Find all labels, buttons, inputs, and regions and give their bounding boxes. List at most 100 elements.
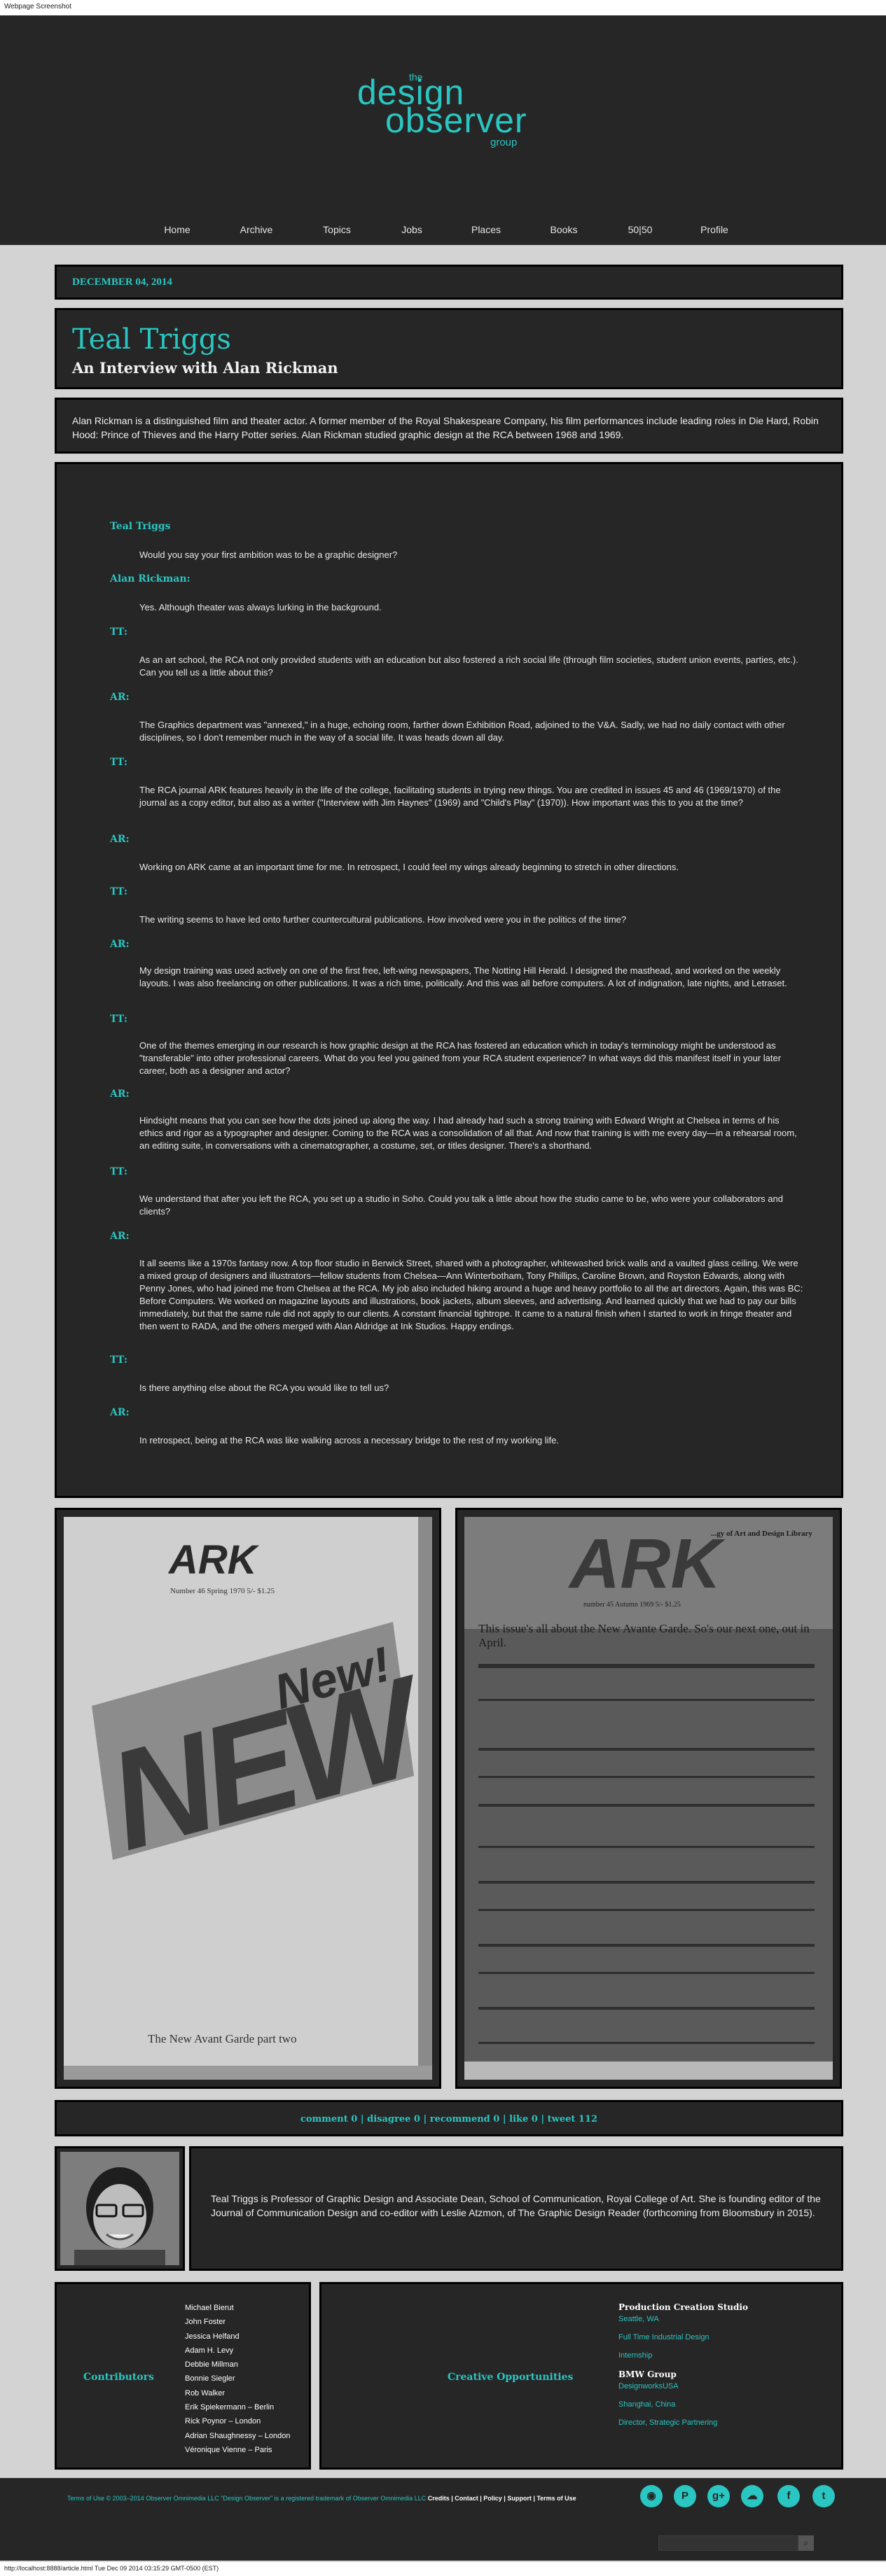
opportunities-list: Production Creation Studio Seattle, WA F… — [618, 2302, 748, 2437]
ark-cover-46[interactable]: ARK Number 46 Spring 1970 5/- $1.25 NEW … — [64, 1517, 432, 2080]
speaker-label: TT: — [110, 1014, 128, 1025]
tweet-link[interactable]: tweet 112 — [548, 2114, 597, 2124]
speaker-label: AR: — [110, 834, 130, 845]
speaker-label: TT: — [110, 757, 128, 768]
speaker-label: TT: — [110, 1354, 128, 1366]
opportunities-label: Creative Opportunities — [448, 2372, 574, 2383]
interview-text: Would you say your first ambition was to… — [139, 550, 398, 560]
main-nav: Home Archive Topics Jobs Places Books 50… — [0, 224, 886, 239]
contributors-panel: Contributors Michael Bierut John Foster … — [55, 2282, 311, 2470]
contributor-link[interactable]: Adam H. Levy — [185, 2344, 290, 2358]
contributor-link[interactable]: Michael Bierut — [185, 2301, 290, 2315]
interview-text: The Graphics department was "annexed," i… — [139, 720, 785, 743]
facebook-icon[interactable]: f — [777, 2485, 800, 2507]
article-date: DECEMBER 04, 2014 — [55, 265, 843, 300]
footer-text: Terms of Use © 2003–2014 Observer Omnime… — [67, 2495, 576, 2502]
contributor-link[interactable]: Rob Walker — [185, 2386, 290, 2400]
cover-footer-text: The New Avant Garde part two — [148, 2032, 297, 2045]
opportunity-company[interactable]: Production Creation Studio — [618, 2302, 748, 2312]
opportunity-company[interactable]: BMW Group — [618, 2370, 748, 2379]
contributor-link[interactable]: Rick Poynor – London — [185, 2414, 290, 2428]
contributors-label: Contributors — [83, 2372, 154, 2383]
speaker-label: Alan Rickman: — [110, 573, 191, 584]
opportunity-link[interactable]: Full Time Industrial Design — [618, 2333, 748, 2342]
interview-body: Teal Triggs Would you say your first amb… — [55, 462, 843, 1498]
contributor-link[interactable]: Jessica Helfand — [185, 2330, 290, 2344]
cover-banner: This issue's all about the New Avante Ga… — [478, 1622, 810, 1649]
speaker-label: AR: — [110, 1407, 130, 1418]
logo-group: group — [490, 136, 518, 148]
ark-masthead: ARK — [169, 1537, 257, 1583]
google-plus-icon[interactable]: g+ — [707, 2485, 730, 2507]
nav-profile[interactable]: Profile — [700, 224, 728, 235]
contributor-link[interactable]: Adrian Shaughnessy – London — [185, 2429, 290, 2443]
ark-cover-45-frame: ARK ...gy of Art and Design Library numb… — [455, 1508, 842, 2089]
avatar — [60, 2152, 179, 2265]
nav-topics[interactable]: Topics — [323, 224, 351, 235]
opportunity-link[interactable]: Internship — [618, 2351, 748, 2360]
cover-tag: ...gy of Art and Design Library — [711, 1530, 812, 1538]
speaker-label: TT: — [110, 1166, 128, 1177]
search-input[interactable] — [658, 2535, 798, 2551]
speaker-label: AR: — [110, 1088, 130, 1100]
rss-icon[interactable]: ◉ — [640, 2485, 663, 2507]
recommend-link[interactable]: recommend 0 — [430, 2114, 500, 2124]
page-title-bar: Webpage Screenshot — [0, 0, 886, 15]
site-footer: Terms of Use © 2003–2014 Observer Omnime… — [0, 2478, 886, 2561]
interview-text: Hindsight means that you can see how the… — [139, 1115, 797, 1151]
contributor-link[interactable]: Véronique Vienne – Paris — [185, 2443, 290, 2457]
ark-cover-45[interactable]: ARK ...gy of Art and Design Library numb… — [464, 1517, 833, 2080]
creative-opportunities-panel: Creative Opportunities Production Creati… — [319, 2282, 843, 2470]
logo-observer: observer — [385, 101, 527, 140]
comment-link[interactable]: comment 0 — [300, 2114, 357, 2124]
nav-jobs[interactable]: Jobs — [401, 224, 422, 235]
article-title[interactable]: Teal Triggs — [72, 324, 826, 355]
nav-home[interactable]: Home — [164, 224, 190, 235]
speaker-label: Teal Triggs — [110, 521, 171, 532]
article-subtitle: An Interview with Alan Rickman — [72, 359, 338, 377]
author-avatar-frame — [55, 2146, 185, 2271]
speaker-label: TT: — [110, 886, 128, 897]
opportunity-link[interactable]: Shanghai, China — [618, 2400, 748, 2409]
opportunity-link[interactable]: Seattle, WA — [618, 2315, 748, 2323]
ark-cover-46-frame: ARK Number 46 Spring 1970 5/- $1.25 NEW … — [55, 1508, 441, 2089]
opportunity-link[interactable]: Director, Strategic Partnering — [618, 2418, 748, 2427]
site-logo[interactable]: the design observer group — [357, 71, 539, 148]
ark-masthead: ARK — [569, 1525, 721, 1603]
interview-text: The writing seems to have led onto furth… — [139, 914, 627, 925]
interview-text: Yes. Although theater was always lurking… — [139, 602, 382, 612]
speaker-label: AR: — [110, 1231, 130, 1242]
interview-text: It all seems like a 1970s fantasy now. A… — [139, 1258, 803, 1331]
contributor-link[interactable]: Erik Spiekermann – Berlin — [185, 2400, 290, 2414]
nav-archive[interactable]: Archive — [240, 224, 273, 235]
soundcloud-icon[interactable]: ☁ — [741, 2485, 763, 2507]
site-header: the design observer group Home Archive T… — [0, 15, 886, 245]
nav-places[interactable]: Places — [471, 224, 501, 235]
interview-text: One of the themes emerging in our resear… — [139, 1040, 782, 1076]
interview-text: As an art school, the RCA not only provi… — [139, 654, 798, 678]
search-icon[interactable]: ⌕ — [798, 2535, 814, 2551]
like-link[interactable]: like 0 — [509, 2114, 538, 2124]
speaker-label: AR: — [110, 692, 130, 703]
opportunity-link[interactable]: DesignworksUSA — [618, 2382, 748, 2390]
nav-5050[interactable]: 50|50 — [628, 224, 653, 235]
speaker-label: TT: — [110, 626, 128, 638]
ark-issue: number 45 Autumn 1969 5/- $1.25 — [583, 1601, 681, 1609]
article-intro: Alan Rickman is a distinguished film and… — [55, 398, 843, 454]
article-actions: comment 0 | disagree 0 | recommend 0 | l… — [55, 2100, 843, 2136]
contributors-list: Michael Bierut John Foster Jessica Helfa… — [185, 2301, 290, 2457]
contributor-link[interactable]: Bonnie Siegler — [185, 2372, 290, 2386]
footer-links[interactable]: Credits | Contact | Policy | Support | T… — [428, 2495, 576, 2502]
disagree-link[interactable]: disagree 0 — [367, 2114, 420, 2124]
nav-books[interactable]: Books — [551, 224, 578, 235]
interview-text: My design training was used actively on … — [139, 965, 787, 988]
contributor-link[interactable]: Debbie Millman — [185, 2358, 290, 2372]
contributor-link[interactable]: John Foster — [185, 2315, 290, 2329]
pinterest-icon[interactable]: P — [674, 2485, 696, 2507]
interview-text: Is there anything else about the RCA you… — [139, 1382, 389, 1393]
twitter-icon[interactable]: t — [812, 2485, 835, 2507]
ark-issue: Number 46 Spring 1970 5/- $1.25 — [170, 1587, 275, 1595]
title-panel: Teal Triggs An Interview with Alan Rickm… — [55, 308, 843, 389]
interview-text: We understand that after you left the RC… — [139, 1194, 783, 1217]
copyright: Terms of Use © 2003–2014 Observer Omnime… — [67, 2495, 427, 2502]
